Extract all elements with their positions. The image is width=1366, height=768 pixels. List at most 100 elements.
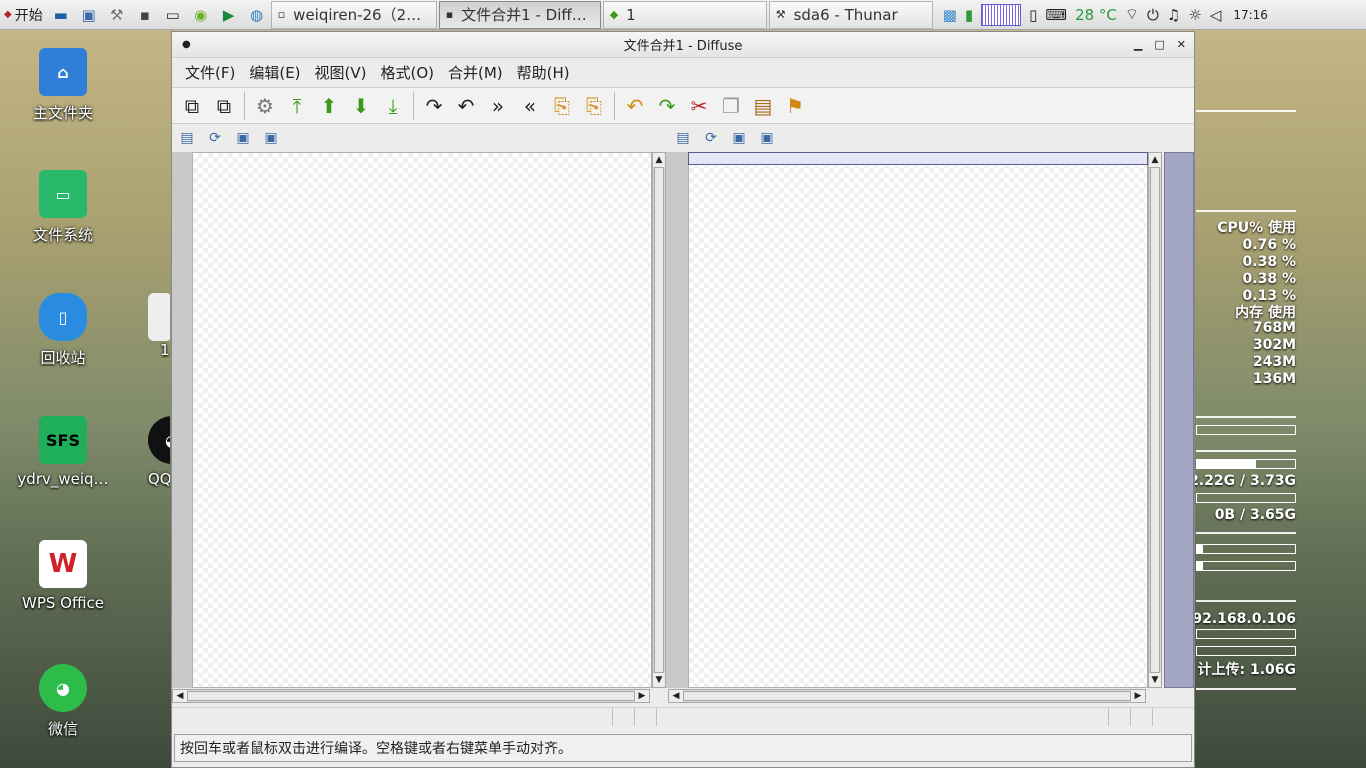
scroll-down-icon[interactable]: ▼ [1149, 673, 1161, 687]
web-launcher-icon[interactable]: ◍ [246, 4, 268, 26]
window-titlebar[interactable]: ● 文件合并1 - Diffuse ▁ □ ✕ [172, 32, 1194, 58]
scroll-right-icon[interactable]: ▶ [635, 690, 649, 702]
scroll-thumb[interactable] [654, 167, 664, 673]
scroll-up-icon[interactable]: ▲ [653, 153, 665, 167]
shift-right-icon[interactable]: ↶ [450, 90, 482, 122]
scroll-left-icon[interactable]: ◀ [669, 690, 683, 702]
screenshot-launcher-icon[interactable]: ▣ [78, 4, 100, 26]
cpu-header: CPU% 使用 [1217, 220, 1296, 236]
keyboard-icon[interactable]: ⌨ [1045, 6, 1067, 24]
redo-icon[interactable]: ↷ [651, 90, 683, 122]
previous-change-icon[interactable]: ⬆ [313, 90, 345, 122]
menu-view[interactable]: 视图(V) [308, 58, 374, 87]
brightness-icon[interactable]: ☼ [1188, 6, 1201, 24]
browser-launcher-icon[interactable]: ◉ [190, 4, 212, 26]
sfs-icon: SFS [39, 416, 87, 464]
undo-icon[interactable]: ↶ [619, 90, 651, 122]
desktop-icon-home[interactable]: ⌂ 主文件夹 [8, 48, 118, 123]
ip-address: 192.168.0.106 [1182, 611, 1296, 627]
clipboard-icon[interactable]: ▯ [1029, 6, 1037, 24]
copy-icon[interactable]: ❐ [715, 90, 747, 122]
reload-file-icon[interactable]: ⟳ [204, 128, 226, 148]
merge-right-then-left-icon[interactable]: ⎘ [578, 90, 610, 122]
drive-icon: ▭ [39, 170, 87, 218]
desktop-icon-filesystem[interactable]: ▭ 文件系统 [8, 170, 118, 245]
scroll-down-icon[interactable]: ▼ [653, 673, 665, 687]
diff-panes: ▤ ⟳ ▣ ▣ ▲ ▼ ◀ ▶ ▤ ⟳ ▣ ▣ ▲ ▼ ◀ ▶ [172, 124, 1194, 710]
menu-merge[interactable]: 合并(M) [441, 58, 510, 87]
save-file-icon[interactable]: ▣ [728, 128, 750, 148]
shift-left-icon[interactable]: ↷ [418, 90, 450, 122]
clear-edits-broom-icon[interactable]: ⚑ [779, 90, 811, 122]
system-tray: ▩ ▮ ▯ ⌨ 28 °C ⌔ ⏻ ♫ ☼ ◁ 17:16 [943, 3, 1268, 26]
battery-icon[interactable]: ▮ [965, 6, 973, 24]
right-editor[interactable] [688, 152, 1148, 688]
download-bar [1196, 629, 1296, 639]
left-editor[interactable] [192, 152, 652, 688]
task-weiqiren[interactable]: ▫ weiqiren-26（2… [270, 0, 437, 29]
reload-file-icon[interactable]: ⟳ [700, 128, 722, 148]
desktop-icon-wps[interactable]: W WPS Office [8, 540, 118, 612]
realign-gear-icon[interactable]: ⚙ [249, 90, 281, 122]
desktop-icon-trash[interactable]: ▯ 回收站 [8, 293, 118, 368]
desktop-icon-sfs[interactable]: SFS ydrv_weiq… [8, 416, 118, 488]
clock[interactable]: 17:16 [1233, 8, 1268, 22]
monitor-launcher-icon[interactable]: ▭ [162, 4, 184, 26]
qq-penguin-icon: ◒ [148, 416, 170, 464]
new-2way-icon[interactable]: ⧉ [176, 90, 208, 122]
network-monitor-icon[interactable]: ▩ [943, 6, 957, 24]
maximize-icon[interactable]: □ [1154, 38, 1164, 51]
terminal-launcher-icon[interactable]: ▪ [134, 4, 156, 26]
task-1[interactable]: ◆ 1 [602, 0, 767, 29]
desktop-launcher-icon[interactable]: ▬ [50, 4, 72, 26]
notification-bell-icon[interactable]: ♫ [1167, 6, 1180, 24]
task-diffuse[interactable]: ▪ 文件合并1 - Diff… [438, 0, 601, 29]
cut-icon[interactable]: ✂ [683, 90, 715, 122]
desktop-icon-wechat[interactable]: ◕ 微信 [8, 664, 118, 739]
diff-overview-map[interactable] [1164, 152, 1194, 688]
minimize-icon[interactable]: ▁ [1134, 38, 1142, 51]
save-as-icon[interactable]: ▣ [260, 128, 282, 148]
desktop-icon-qq[interactable]: ◒ QQ [108, 416, 170, 488]
save-as-icon[interactable]: ▣ [756, 128, 778, 148]
right-horizontal-scrollbar[interactable]: ◀ ▶ [668, 689, 1146, 703]
scroll-thumb[interactable] [1150, 167, 1160, 673]
last-change-icon[interactable]: ⤓ [377, 90, 409, 122]
desktop-icon-1[interactable]: 1 [148, 293, 170, 359]
scroll-right-icon[interactable]: ▶ [1131, 690, 1145, 702]
next-change-icon[interactable]: ⬇ [345, 90, 377, 122]
merge-from-right-icon[interactable]: « [514, 90, 546, 122]
open-file-icon[interactable]: ▤ [176, 128, 198, 148]
power-icon[interactable]: ⏻ [1147, 6, 1159, 24]
start-button[interactable]: ◆ 开始 [0, 0, 47, 30]
scroll-thumb[interactable] [187, 691, 635, 701]
left-vertical-scrollbar[interactable]: ▲ ▼ [652, 152, 666, 688]
media-player-launcher-icon[interactable]: ▶ [218, 4, 240, 26]
menu-edit[interactable]: 编辑(E) [242, 58, 307, 87]
right-vertical-scrollbar[interactable]: ▲ ▼ [1148, 152, 1162, 688]
wifi-icon[interactable]: ⌔ [1125, 5, 1139, 24]
volume-icon[interactable]: ◁ [1210, 6, 1222, 24]
scroll-thumb[interactable] [683, 691, 1131, 701]
paste-icon[interactable]: ▤ [747, 90, 779, 122]
scroll-left-icon[interactable]: ◀ [173, 690, 187, 702]
merge-from-left-icon[interactable]: » [482, 90, 514, 122]
menu-format[interactable]: 格式(O) [374, 58, 442, 87]
paint-launcher-icon[interactable]: ⚒ [106, 4, 128, 26]
disk2-usage: 0B / 3.65G [1214, 507, 1296, 523]
merge-left-then-right-icon[interactable]: ⎘ [546, 90, 578, 122]
temperature: 28 °C [1075, 5, 1117, 24]
menu-file[interactable]: 文件(F) [178, 58, 242, 87]
left-horizontal-scrollbar[interactable]: ◀ ▶ [172, 689, 650, 703]
first-change-icon[interactable]: ⤒ [281, 90, 313, 122]
save-file-icon[interactable]: ▣ [232, 128, 254, 148]
close-icon[interactable]: ✕ [1177, 38, 1186, 51]
scroll-up-icon[interactable]: ▲ [1149, 153, 1161, 167]
cpu-graph-icon[interactable] [981, 3, 1022, 26]
task-thunar[interactable]: ⚒ sda6 - Thunar [768, 0, 933, 29]
menu-help[interactable]: 帮助(H) [510, 58, 577, 87]
desktop-icon-label: 主文件夹 [32, 104, 93, 122]
open-file-icon[interactable]: ▤ [672, 128, 694, 148]
new-3way-icon[interactable]: ⧉ [208, 90, 240, 122]
net-bar [1196, 544, 1296, 554]
